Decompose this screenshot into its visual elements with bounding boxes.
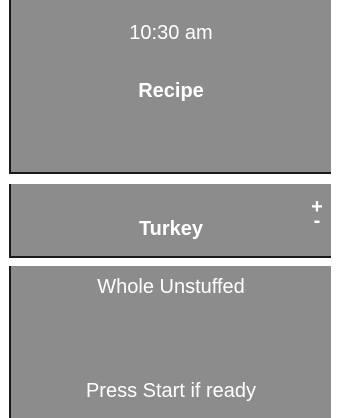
start-prompt: Press Start if ready [85, 380, 257, 402]
screen-title: Recipe [138, 80, 204, 102]
recipe-detail-panel: Whole Unstuffed Press Start if ready [9, 266, 331, 418]
recipe-variant: Whole Unstuffed [97, 276, 245, 298]
recipe-name: Turkey [138, 218, 204, 240]
minus-icon[interactable]: - [310, 211, 324, 231]
clock-display: 10:30 am [129, 22, 213, 44]
adjust-control: + - [310, 197, 324, 234]
header-panel: 10:30 am Recipe [9, 0, 331, 174]
recipe-selector-panel: Turkey + - [9, 184, 331, 258]
